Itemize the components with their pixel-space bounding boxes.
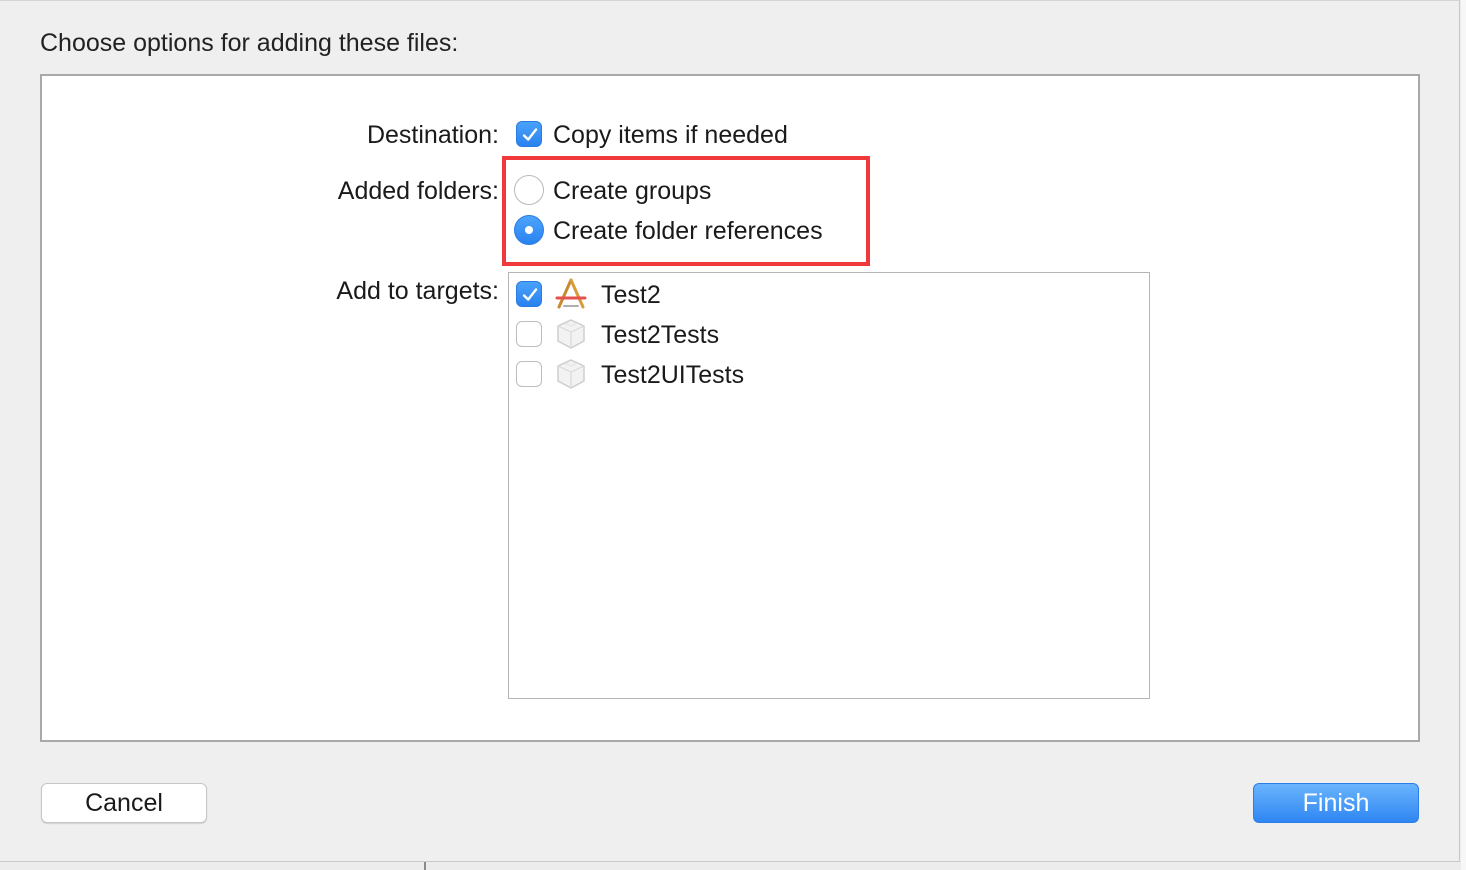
app-target-icon [555, 278, 587, 309]
checkmark-icon [522, 128, 538, 141]
added-folders-label: Added folders: [337, 177, 499, 205]
copy-items-label[interactable]: Copy items if needed [553, 119, 788, 151]
window-edge [1461, 0, 1466, 870]
test-bundle-icon [557, 359, 585, 389]
divider-tick [424, 862, 426, 870]
cancel-button[interactable]: Cancel [41, 783, 207, 823]
target-test2uitests-label[interactable]: Test2UITests [601, 359, 744, 391]
destination-label: Destination: [366, 121, 499, 149]
target-test2uitests-checkbox[interactable] [516, 361, 542, 387]
target-test2-label[interactable]: Test2 [601, 279, 661, 311]
test-bundle-icon [557, 319, 585, 349]
target-test2-checkbox[interactable] [516, 281, 542, 307]
add-to-targets-label: Add to targets: [336, 277, 499, 305]
target-test2tests-label[interactable]: Test2Tests [601, 319, 719, 351]
target-test2tests-checkbox[interactable] [516, 321, 542, 347]
annotation-highlight-box [502, 156, 870, 266]
finish-button[interactable]: Finish [1253, 783, 1419, 823]
checkmark-icon [522, 288, 538, 301]
copy-items-checkbox[interactable] [516, 121, 542, 147]
dialog-heading: Choose options for adding these files: [40, 29, 459, 57]
